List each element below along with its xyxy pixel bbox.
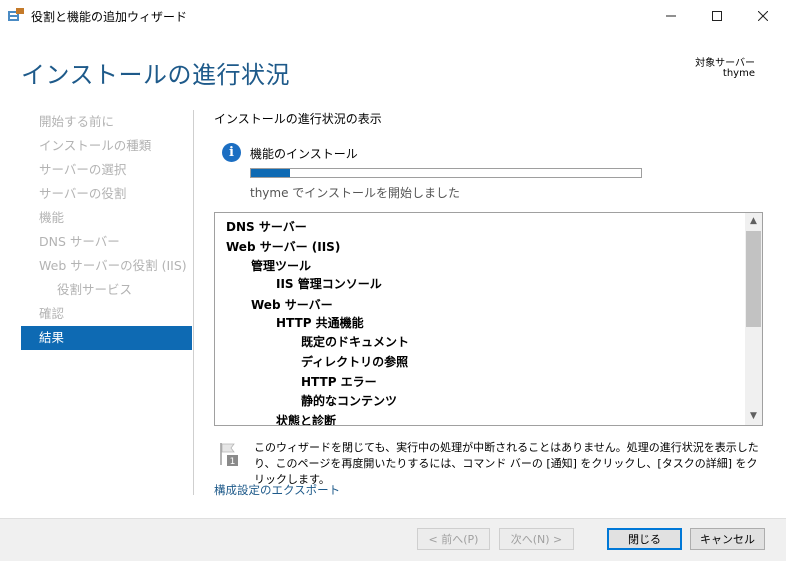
tree-item-dns-server: DNS サーバー (226, 220, 307, 234)
tree-item-http-errors: HTTP エラー (301, 375, 377, 389)
scroll-up-icon[interactable]: ▲ (745, 213, 762, 230)
next-button[interactable]: 次へ(N) > (499, 528, 574, 550)
tree-item-http-common: HTTP 共通機能 (276, 316, 364, 330)
nav-item-role-services[interactable]: 役割サービス (21, 278, 192, 302)
install-status-text: thyme でインストールを開始しました (250, 186, 461, 200)
nav-item-web-server-role[interactable]: Web サーバーの役割 (IIS) (21, 254, 192, 278)
installation-items-list[interactable]: DNS サーバー Web サーバー (IIS) 管理ツール IIS 管理コンソー… (214, 212, 763, 426)
nav-item-dns-server[interactable]: DNS サーバー (21, 230, 192, 254)
tree-item-iis-console: IIS 管理コンソール (276, 277, 382, 291)
nav-item-server-selection[interactable]: サーバーの選択 (21, 158, 192, 182)
nav-item-results[interactable]: 結果 (21, 326, 192, 350)
nav-item-installation-type[interactable]: インストールの種類 (21, 134, 192, 158)
tree-item-default-document: 既定のドキュメント (301, 335, 410, 349)
maximize-icon (712, 10, 722, 21)
close-button[interactable]: 閉じる (607, 528, 682, 550)
tree-item-directory-browsing: ディレクトリの参照 (301, 355, 409, 369)
install-status-label: 機能のインストール (250, 147, 358, 161)
install-progress-bar (250, 168, 642, 178)
target-server-value: thyme (722, 68, 755, 79)
section-title: インストールの進行状況の表示 (214, 112, 382, 126)
tree-scrollbar[interactable]: ▲ ▼ (745, 213, 762, 425)
cancel-button[interactable]: キャンセル (690, 528, 765, 550)
close-icon (758, 10, 768, 21)
export-settings-link[interactable]: 構成設定のエクスポート (214, 482, 340, 498)
nav-divider (193, 110, 194, 495)
nav-item-before-you-begin[interactable]: 開始する前に (21, 110, 192, 134)
wizard-header: インストールの進行状況 対象サーバー thyme (0, 31, 786, 101)
tree-item-management-tools: 管理ツール (251, 259, 312, 273)
wizard-nav: 開始する前に インストールの種類 サーバーの選択 サーバーの役割 機能 DNS … (21, 110, 192, 350)
notification-note: このウィザードを閉じても、実行中の処理が中断されることはありません。処理の進行状… (254, 441, 759, 486)
svg-text:1: 1 (230, 457, 236, 467)
nav-item-server-roles[interactable]: サーバーの役割 (21, 182, 192, 206)
tree-item-web-server: Web サーバー (251, 298, 333, 312)
nav-item-confirmation[interactable]: 確認 (21, 302, 192, 326)
close-window-button[interactable] (740, 0, 786, 31)
progress-fill (251, 169, 290, 177)
server-manager-icon (8, 8, 24, 21)
target-server-label: 対象サーバー (695, 58, 755, 69)
page-title: インストールの進行状況 (21, 61, 291, 89)
title-bar: 役割と機能の追加ウィザード (0, 0, 786, 31)
maximize-button[interactable] (694, 0, 740, 31)
tree-item-web-server-iis: Web サーバー (IIS) (226, 240, 341, 254)
minimize-icon (666, 15, 676, 16)
wizard-footer: < 前へ(P) 次へ(N) > 閉じる キャンセル (0, 518, 786, 561)
nav-item-features[interactable]: 機能 (21, 206, 192, 230)
info-icon: i (222, 143, 241, 162)
scroll-down-icon[interactable]: ▼ (745, 408, 762, 425)
tree-item-health-diagnostics: 状態と診断 (276, 414, 337, 426)
window-title: 役割と機能の追加ウィザード (31, 10, 188, 24)
tree-item-static-content: 静的なコンテンツ (301, 394, 398, 408)
minimize-button[interactable] (648, 0, 694, 31)
previous-button[interactable]: < 前へ(P) (417, 528, 490, 550)
flag-notification-icon: 1 (220, 443, 238, 467)
scroll-thumb[interactable] (746, 231, 761, 327)
